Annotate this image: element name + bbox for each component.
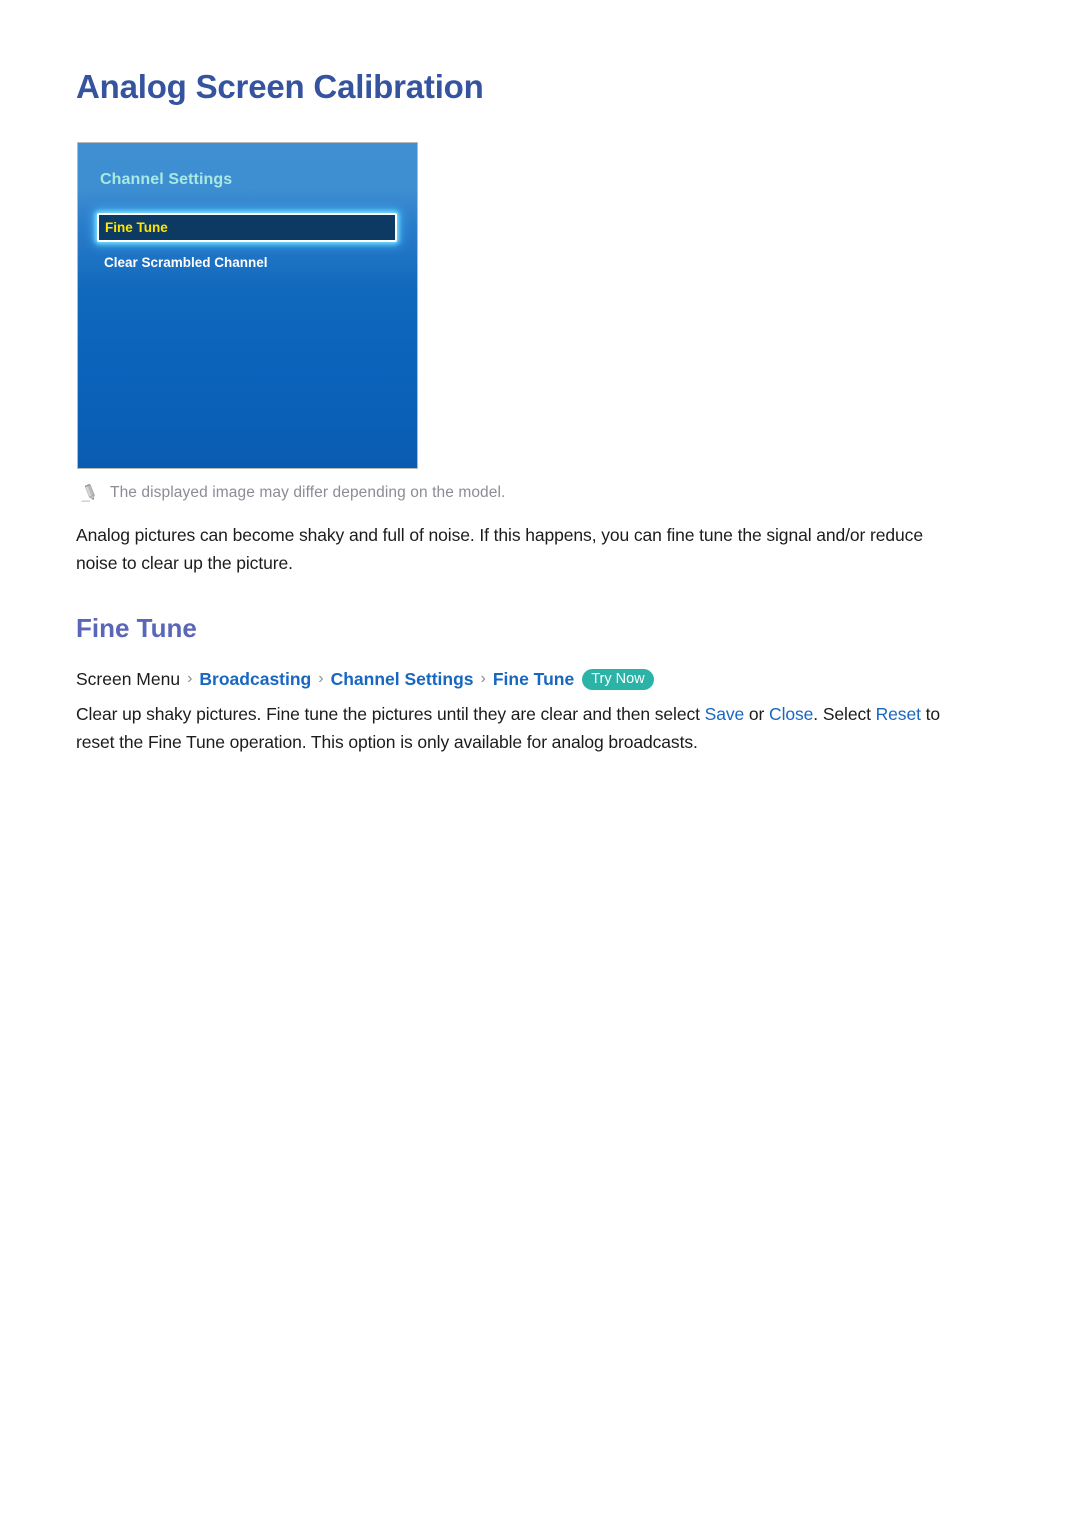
link-save[interactable]: Save bbox=[705, 704, 745, 724]
document-page: Analog Screen Calibration Channel Settin… bbox=[0, 0, 1080, 1527]
link-close[interactable]: Close bbox=[769, 704, 813, 724]
detail-text-part-1: Clear up shaky pictures. Fine tune the p… bbox=[76, 704, 705, 724]
breadcrumb-link-channel-settings[interactable]: Channel Settings bbox=[331, 666, 474, 692]
chevron-right-icon: › bbox=[187, 670, 193, 687]
chevron-right-icon: › bbox=[318, 670, 324, 687]
breadcrumb: Screen Menu › Broadcasting › Channel Set… bbox=[76, 666, 654, 692]
tv-menu-item-clear-scrambled-channel[interactable]: Clear Scrambled Channel bbox=[98, 248, 394, 277]
link-reset[interactable]: Reset bbox=[876, 704, 921, 724]
tv-menu-item-fine-tune[interactable]: Fine Tune bbox=[97, 213, 397, 242]
intro-paragraph: Analog pictures can become shaky and ful… bbox=[76, 525, 923, 573]
breadcrumb-link-fine-tune[interactable]: Fine Tune bbox=[493, 666, 574, 692]
tv-menu-screenshot: Channel Settings Fine Tune Clear Scrambl… bbox=[77, 142, 418, 469]
tv-menu-title: Channel Settings bbox=[100, 171, 233, 188]
pencil-icon bbox=[80, 483, 100, 503]
note-text: The displayed image may differ depending… bbox=[110, 484, 506, 501]
note-line: The displayed image may differ depending… bbox=[80, 483, 505, 503]
breadcrumb-link-broadcasting[interactable]: Broadcasting bbox=[199, 666, 311, 692]
detail-paragraph: Clear up shaky pictures. Fine tune the p… bbox=[76, 700, 966, 756]
chevron-right-icon: › bbox=[480, 670, 486, 687]
detail-text-part-2: or bbox=[744, 704, 770, 724]
breadcrumb-root: Screen Menu bbox=[76, 669, 181, 689]
detail-text-part-3: . Select bbox=[813, 704, 876, 724]
section-title-fine-tune: Fine Tune bbox=[76, 613, 197, 643]
try-now-badge[interactable]: Try Now bbox=[582, 668, 654, 690]
page-title: Analog Screen Calibration bbox=[76, 68, 484, 105]
